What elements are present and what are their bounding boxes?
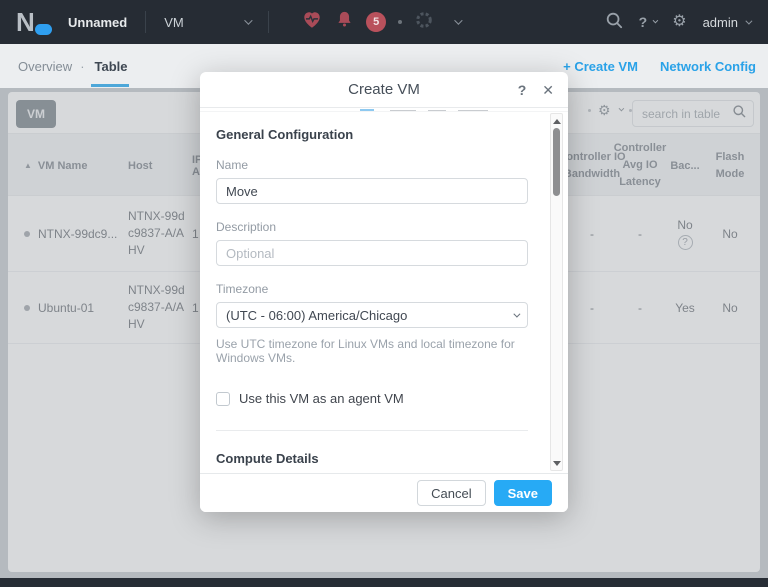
user-menu[interactable]: admin xyxy=(703,15,750,30)
nutanix-logo[interactable]: N xyxy=(16,7,54,37)
save-button[interactable]: Save xyxy=(494,480,552,506)
divider xyxy=(145,11,146,33)
name-label: Name xyxy=(216,158,528,172)
chevron-down-icon xyxy=(653,18,659,24)
modal-title: Create VM xyxy=(348,81,420,98)
agent-vm-checkbox-row[interactable]: Use this VM as an agent VM xyxy=(216,391,528,406)
modal-body: General Configuration Name Description T… xyxy=(200,113,568,473)
modal-footer: Cancel Save xyxy=(200,473,568,512)
timezone-value: (UTC - 06:00) America/Chicago xyxy=(226,308,407,323)
settings-gear-icon[interactable]: ⚙ xyxy=(672,14,686,30)
top-header-bar: N Unnamed VM 5 xyxy=(0,0,768,44)
health-heart-icon[interactable] xyxy=(301,9,323,36)
divider xyxy=(268,11,269,33)
timezone-select[interactable]: (UTC - 06:00) America/Chicago xyxy=(216,302,528,328)
tab-table[interactable]: Table xyxy=(93,46,130,87)
separator-dot xyxy=(398,20,402,24)
timezone-label: Timezone xyxy=(216,282,528,296)
tasks-spinner-icon[interactable] xyxy=(414,10,434,35)
alerts-bell-icon[interactable] xyxy=(335,10,354,34)
help-label: ? xyxy=(639,14,648,30)
page: N Unnamed VM 5 xyxy=(0,0,768,587)
scrollbar-thumb[interactable] xyxy=(553,128,560,196)
modal-scrollbar[interactable] xyxy=(550,113,563,471)
clipped-scrolled-content xyxy=(200,108,568,112)
create-vm-modal: Create VM ? ✕ General Configuration Name… xyxy=(200,72,568,512)
description-label: Description xyxy=(216,220,528,234)
agent-vm-checkbox[interactable] xyxy=(216,392,230,406)
close-icon[interactable]: ✕ xyxy=(542,82,554,99)
username: admin xyxy=(703,15,738,30)
modal-header: Create VM ? ✕ xyxy=(200,72,568,108)
logo-n: N xyxy=(16,7,33,37)
chevron-down-icon xyxy=(745,17,752,24)
cluster-name: Unnamed xyxy=(68,15,127,30)
alert-count-badge[interactable]: 5 xyxy=(366,12,386,32)
entity-selector[interactable]: VM xyxy=(164,15,236,30)
scroll-up-arrow-icon[interactable] xyxy=(551,115,562,127)
logo-badge xyxy=(35,24,52,35)
create-vm-link[interactable]: + Create VM xyxy=(563,59,638,74)
search-icon[interactable] xyxy=(605,11,623,34)
chevron-down-icon xyxy=(513,310,520,317)
tab-overview[interactable]: Overview xyxy=(18,59,72,74)
scroll-down-arrow-icon[interactable] xyxy=(551,457,562,469)
agent-vm-label: Use this VM as an agent VM xyxy=(239,391,404,406)
description-field[interactable] xyxy=(216,240,528,266)
separator-dot: · xyxy=(80,59,84,74)
section-heading-general: General Configuration xyxy=(216,127,528,142)
modal-help-button[interactable]: ? xyxy=(518,82,527,98)
section-heading-compute: Compute Details xyxy=(216,451,528,466)
cancel-button[interactable]: Cancel xyxy=(417,480,485,506)
active-tab-underline xyxy=(91,84,129,87)
timezone-help-text: Use UTC timezone for Linux VMs and local… xyxy=(216,337,528,365)
network-config-link[interactable]: Network Config xyxy=(660,59,756,74)
chevron-down-icon[interactable] xyxy=(454,16,462,24)
help-menu[interactable]: ? xyxy=(639,14,657,30)
chevron-down-icon[interactable] xyxy=(244,16,252,24)
bottom-bar xyxy=(0,578,768,587)
name-field[interactable] xyxy=(216,178,528,204)
tab-table-label: Table xyxy=(95,59,128,74)
section-divider xyxy=(216,430,528,431)
